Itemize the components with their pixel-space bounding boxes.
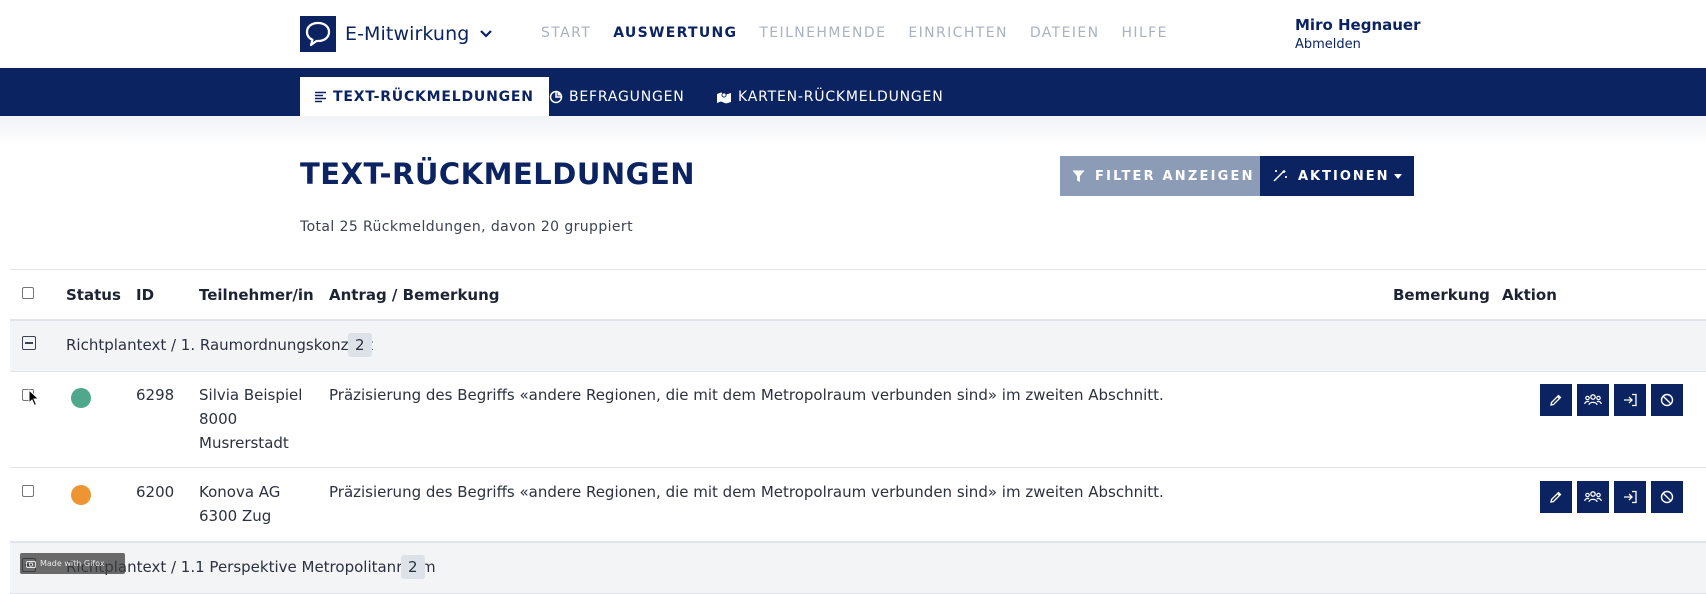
nav-teilnehmende[interactable]: TEILNEHMENDE [759, 24, 886, 42]
column-header-bemerkung[interactable]: Bemerkung [1393, 286, 1490, 304]
antrag-text: Präzisierung des Begriffs «andere Region… [329, 483, 1164, 501]
row-divider [10, 371, 1706, 372]
pencil-icon [1550, 394, 1562, 406]
app-switcher[interactable]: E-Mitwirkung [300, 16, 493, 52]
column-header-participant[interactable]: Teilnehmer/in [199, 286, 314, 304]
tab-text-rueckmeldungen[interactable]: TEXT-RÜCKMELDUNGEN [300, 77, 549, 116]
users-group-icon [1584, 491, 1602, 503]
main-nav: START AUSWERTUNG TEILNEHMENDE EINRICHTEN… [541, 24, 1190, 42]
recording-watermark: Made with Gifox [20, 553, 125, 574]
filter-button[interactable]: FILTER ANZEIGEN [1060, 156, 1260, 196]
users-group-icon [1584, 394, 1602, 406]
caret-down-icon [1393, 173, 1402, 179]
page-shadow [0, 116, 1706, 146]
status-indicator [71, 388, 91, 408]
group-button[interactable] [1577, 481, 1609, 513]
mouse-cursor-icon [28, 388, 40, 411]
tab-karten-rueckmeldungen[interactable]: KARTEN-RÜCKMELDUNGEN [701, 77, 958, 116]
column-header-antrag[interactable]: Antrag / Bemerkung [329, 286, 500, 304]
pencil-icon [1550, 491, 1562, 503]
participant-name: Konova AG [199, 483, 281, 501]
assign-button[interactable] [1614, 481, 1646, 513]
row-id: 6298 [136, 386, 175, 404]
participant-zip: 8000 [199, 410, 238, 428]
column-header-aktion: Aktion [1502, 286, 1557, 304]
filter-icon [1072, 170, 1085, 183]
select-all-checkbox[interactable] [22, 287, 34, 299]
tab-label: KARTEN-RÜCKMELDUNGEN [738, 88, 944, 105]
participant-city: Musrerstadt [199, 434, 289, 452]
sign-in-icon [1623, 490, 1637, 504]
nav-dateien[interactable]: DATEIEN [1030, 24, 1100, 42]
edit-button[interactable] [1540, 481, 1572, 513]
column-header-status[interactable]: Status [66, 286, 121, 304]
camera-icon [26, 560, 36, 568]
assign-button[interactable] [1614, 384, 1646, 416]
status-indicator [71, 485, 91, 505]
page-title: TEXT-RÜCKMELDUNGEN [300, 157, 696, 191]
nav-auswertung[interactable]: AUSWERTUNG [613, 24, 737, 42]
nav-start[interactable]: START [541, 24, 591, 42]
antrag-text: Präzisierung des Begriffs «andere Region… [329, 386, 1164, 404]
chevron-down-icon [479, 29, 493, 39]
nav-einrichten[interactable]: EINRICHTEN [908, 24, 1007, 42]
group-count-badge: 2 [401, 555, 425, 579]
total-count-text: Total 25 Rückmeldungen, davon 20 gruppie… [300, 219, 633, 235]
block-button[interactable] [1651, 481, 1683, 513]
edit-button[interactable] [1540, 384, 1572, 416]
logout-link[interactable]: Abmelden [1295, 36, 1421, 54]
top-header: E-Mitwirkung START AUSWERTUNG TEILNEHMEN… [0, 0, 1706, 68]
collapse-group-toggle[interactable] [22, 336, 36, 350]
row-id: 6200 [136, 483, 175, 501]
participant-name: Silvia Beispiel [199, 386, 303, 404]
row-checkbox[interactable] [22, 485, 34, 497]
tab-label: BEFRAGUNGEN [569, 88, 685, 105]
table-top-border [10, 269, 1706, 270]
sub-nav: TEXT-RÜCKMELDUNGEN BEFRAGUNGEN KARTEN-RÜ… [0, 68, 1706, 116]
participant-address: 6300 Zug [199, 507, 272, 525]
sign-in-icon [1623, 393, 1637, 407]
group-button[interactable] [1577, 384, 1609, 416]
actions-label: AKTIONEN [1298, 168, 1390, 184]
app-name: E-Mitwirkung [345, 23, 470, 45]
ban-icon [1660, 393, 1674, 407]
ban-icon [1660, 490, 1674, 504]
tab-befragungen[interactable]: BEFRAGUNGEN [534, 77, 700, 116]
group-label: Richtplantext / 1. Raumordnungskonzept [66, 336, 374, 354]
map-icon [716, 90, 732, 104]
nav-hilfe[interactable]: HILFE [1122, 24, 1168, 42]
column-header-id[interactable]: ID [136, 286, 154, 304]
speech-bubble-logo-icon [300, 16, 336, 52]
group-count-badge: 2 [348, 333, 372, 357]
tab-label: TEXT-RÜCKMELDUNGEN [333, 88, 534, 105]
row-divider [10, 467, 1706, 468]
chart-pie-icon [549, 90, 563, 104]
block-button[interactable] [1651, 384, 1683, 416]
filter-label: FILTER ANZEIGEN [1095, 168, 1255, 184]
user-name: Miro Hegnauer [1295, 16, 1421, 34]
actions-dropdown[interactable]: AKTIONEN [1260, 156, 1414, 196]
magic-wand-icon [1272, 169, 1288, 183]
text-lines-icon [315, 91, 327, 103]
watermark-text: Made with Gifox [40, 559, 105, 568]
user-menu: Miro Hegnauer Abmelden [1295, 15, 1421, 54]
